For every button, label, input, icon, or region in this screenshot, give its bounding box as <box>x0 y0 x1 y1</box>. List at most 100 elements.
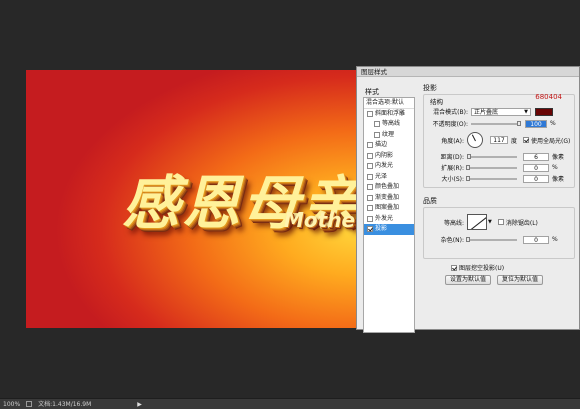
structure-title: 结构 <box>430 98 443 106</box>
distance-unit: 像素 <box>552 154 565 161</box>
antialias-label: 消除锯齿(L) <box>505 219 538 227</box>
style-item-label: 内阴影 <box>375 151 394 159</box>
reset-default-button[interactable]: 复位为默认值 <box>497 275 544 285</box>
opacity-slider-thumb[interactable] <box>517 120 521 126</box>
style-item-label: 渐变叠加 <box>375 193 400 201</box>
size-slider[interactable] <box>466 175 517 181</box>
status-menu-icon[interactable] <box>26 401 33 407</box>
antialias-option[interactable]: 消除锯齿(L) <box>497 218 538 227</box>
noise-slider-thumb[interactable] <box>466 236 470 242</box>
style-checkbox[interactable] <box>374 121 380 128</box>
style-item-2[interactable]: 等高线 <box>364 119 414 130</box>
global-light-label: 使用全局光(G) <box>531 137 571 145</box>
size-slider-thumb[interactable] <box>466 175 470 181</box>
artwork-subtitle-text: Mothe <box>284 208 356 232</box>
opacity-label: 不透明度(O): <box>432 121 468 128</box>
style-checkbox[interactable] <box>367 226 373 233</box>
knockout-checkbox[interactable] <box>451 264 457 271</box>
style-checkbox[interactable] <box>367 215 373 222</box>
style-item-12[interactable]: 投影 <box>364 224 414 235</box>
style-item-4[interactable]: 描边 <box>364 140 414 151</box>
style-checkbox[interactable] <box>367 110 373 117</box>
knockout-row: 图层挖空投影(U) <box>451 263 580 272</box>
contour-label: 等高线: <box>443 219 464 227</box>
style-item-0[interactable]: 混合选项:默认 <box>364 98 414 109</box>
style-item-7[interactable]: 光泽 <box>364 172 414 183</box>
noise-unit: % <box>552 236 558 243</box>
style-item-9[interactable]: 渐变叠加 <box>364 193 414 204</box>
style-item-label: 等高线 <box>382 120 401 127</box>
knockout-option[interactable]: 图层挖空投影(U) <box>451 263 504 272</box>
style-checkbox[interactable] <box>367 184 373 191</box>
styles-header[interactable]: 样式 <box>363 87 415 97</box>
size-input[interactable]: 0 <box>523 174 549 183</box>
blend-mode-label: 混合模式(B): <box>433 109 468 116</box>
angle-input[interactable]: 117 <box>490 136 508 144</box>
shadow-group-title: 投影 <box>423 84 437 92</box>
opacity-row: 不透明度(O): 100 % <box>428 119 556 128</box>
spread-slider-thumb[interactable] <box>466 164 470 170</box>
quality-group-title: 品质 <box>423 197 437 205</box>
chevron-down-icon[interactable]: ▼ <box>488 219 492 225</box>
distance-slider-thumb[interactable] <box>467 153 471 159</box>
spread-input[interactable]: 0 <box>523 163 549 172</box>
structure-group: 结构 680404 混合模式(B): 正片叠底 ▼ 不透明度(O): 100 %… <box>423 93 575 188</box>
style-item-label: 光泽 <box>375 172 388 180</box>
shadow-color-swatch[interactable] <box>535 107 553 116</box>
make-default-button[interactable]: 设置为默认值 <box>445 275 492 285</box>
distance-slider[interactable] <box>467 153 517 159</box>
status-bar: 100% 文档:1.43M/16.9M ▶ <box>0 398 580 409</box>
angle-label: 角度(A): <box>441 137 464 145</box>
zoom-level[interactable]: 100% <box>3 399 20 409</box>
style-item-label: 投影 <box>375 225 388 232</box>
layer-style-dialog: 图层样式 样式 混合选项:默认 斜面和浮雕等高线纹理描边 内阴影内发光 光泽颜色叠加渐… <box>356 66 580 333</box>
contour-row: 等高线: ▼ 消除锯齿(L) <box>428 213 538 231</box>
distance-label: 距离(D): <box>440 154 464 161</box>
size-unit: 像素 <box>552 176 565 183</box>
blend-mode-select[interactable]: 正片叠底 ▼ <box>471 107 531 116</box>
size-row: 大小(S): 0 像素 <box>428 174 564 183</box>
style-item-5[interactable]: 内阴影 <box>364 151 414 162</box>
distance-row: 距离(D): 6 像素 <box>428 152 564 161</box>
style-item-10[interactable]: 图案叠加 <box>364 203 414 214</box>
noise-slider[interactable] <box>466 236 517 242</box>
antialias-checkbox[interactable] <box>497 219 504 225</box>
status-arrow-icon[interactable]: ▶ <box>137 399 142 409</box>
global-light-option[interactable]: 使用全局光(G) <box>523 136 570 145</box>
style-item-11[interactable]: 外发光 <box>364 214 414 225</box>
spread-slider[interactable] <box>466 164 517 170</box>
global-light-checkbox[interactable] <box>523 137 530 143</box>
opacity-input[interactable]: 100 <box>525 119 547 128</box>
style-item-label: 颜色叠加 <box>375 183 400 190</box>
opacity-slider[interactable] <box>471 120 521 126</box>
angle-row: 角度(A): 117 度 使用全局光(G) <box>428 131 570 149</box>
style-item-8[interactable]: 颜色叠加 <box>364 182 414 193</box>
style-item-label: 图案叠加 <box>375 204 400 211</box>
style-checkbox[interactable] <box>367 173 373 180</box>
angle-unit: 度 <box>511 137 518 145</box>
angle-dial-icon[interactable] <box>467 132 483 148</box>
spread-unit: % <box>552 164 558 171</box>
style-checkbox[interactable] <box>367 152 373 159</box>
style-item-label: 斜面和浮雕 <box>375 109 406 117</box>
style-checkbox[interactable] <box>367 194 373 201</box>
style-checkbox[interactable] <box>367 142 373 149</box>
style-checkbox[interactable] <box>367 205 373 212</box>
distance-input[interactable]: 6 <box>523 152 549 161</box>
spread-label: 扩展(R): <box>441 165 464 172</box>
style-checkbox[interactable] <box>367 163 373 170</box>
opacity-unit: % <box>550 120 556 127</box>
noise-row: 杂色(N): 0 % <box>428 235 558 244</box>
style-item-label: 纹理 <box>382 130 395 138</box>
style-item-3[interactable]: 纹理 <box>364 130 414 141</box>
styles-list: 混合选项:默认 斜面和浮雕等高线纹理描边 内阴影内发光 光泽颜色叠加渐变叠加图案叠加外… <box>363 97 415 333</box>
drop-shadow-panel: 投影 结构 680404 混合模式(B): 正片叠底 ▼ 不透明度(O): 10… <box>423 83 575 285</box>
knockout-label: 图层挖空投影(U) <box>459 265 505 272</box>
contour-picker-icon[interactable] <box>467 214 487 230</box>
style-checkbox[interactable] <box>374 131 380 138</box>
noise-input[interactable]: 0 <box>523 235 549 244</box>
dialog-title: 图层样式 <box>357 67 579 77</box>
style-item-6[interactable]: 内发光 <box>364 161 414 172</box>
noise-label: 杂色(N): <box>440 237 464 244</box>
style-item-1[interactable]: 斜面和浮雕 <box>364 109 414 120</box>
